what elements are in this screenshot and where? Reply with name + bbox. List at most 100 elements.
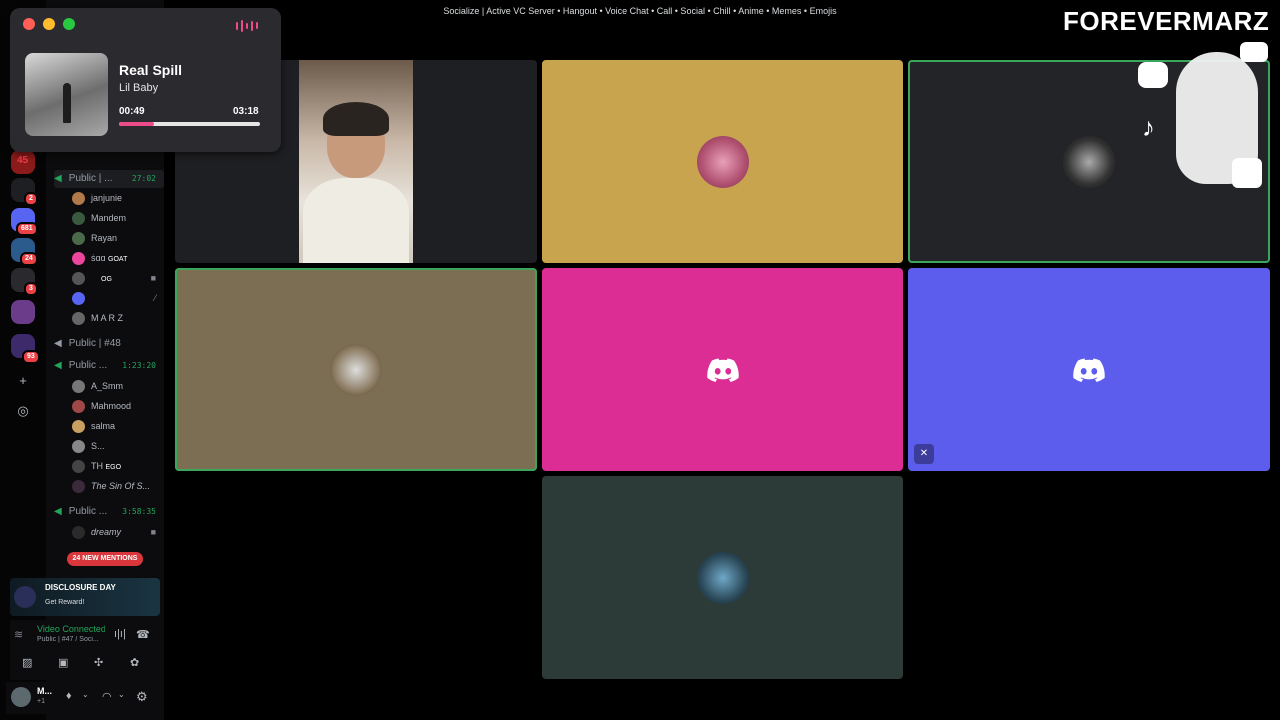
server-badge: 681 [16,222,38,236]
member[interactable]: dreamy ■ [72,523,164,541]
member[interactable]: ⁄ [72,289,164,307]
server-badge: 3 [24,282,38,296]
channel-label: Public ... [68,506,108,517]
channel-timer: 1:23:20 [122,361,156,370]
member-name: Mahmood [91,401,132,411]
activities-icon[interactable]: ✣ [94,656,103,669]
member-name: ṡɑɑ [91,253,106,263]
video-tile[interactable] [542,268,903,471]
avatar [330,343,382,396]
disconnect-icon[interactable]: ☎ [136,628,150,641]
channel-timer: 3:58:35 [122,507,156,516]
avatar[interactable] [11,687,31,707]
promo-title: DISCLOSURE DAY [45,583,116,592]
discord-logo-icon [1073,358,1105,382]
member[interactable]: TH EGO [72,457,164,475]
signal-icon: ≋ [14,629,24,641]
current-time: 00:49 [119,106,145,117]
member-name: S... [91,441,105,451]
video-tile[interactable] [175,268,537,471]
speaker-icon: ◀ [54,173,62,184]
speaker-icon: ◀ [54,506,62,517]
discord-overlay-icon [1138,62,1168,88]
member-name: M A R Z [91,313,124,323]
voice-channel[interactable]: ◀ Public ... 3:58:35 [54,503,164,521]
avatar [72,212,85,226]
minimize-window-button[interactable] [43,18,55,30]
user-status: +1 [37,698,45,705]
channel-label: Public ... [68,360,108,371]
member[interactable]: The Sin Of S... [72,477,164,495]
camera-off-icon[interactable]: ▨ [22,656,32,669]
member[interactable]: OG ■ [72,269,164,287]
member[interactable]: salma [72,417,164,435]
member[interactable]: Mahmood [72,397,164,415]
camera-feed [299,60,413,263]
new-mentions-pill[interactable]: 24 NEW MENTIONS [67,552,143,566]
speaker-icon: ◀ [54,338,62,349]
track-artist: Lil Baby [119,82,159,94]
avatar [72,440,85,454]
camera-icon: ■ [150,527,156,537]
member-tag: OG [101,276,112,283]
server-badge: 93 [22,350,40,364]
member[interactable]: Mandem [72,209,164,227]
avatar [696,135,749,188]
member-name: A_Smm [91,381,124,391]
maximize-window-button[interactable] [63,18,75,30]
chevron-down-icon[interactable]: ⌄ [82,690,89,699]
avatar [72,312,85,326]
headphones-icon[interactable]: ◠ [102,690,112,703]
progress-bar[interactable] [119,122,260,126]
avatar [1063,135,1115,188]
avatar [72,526,85,540]
voice-channel[interactable]: ◀ Public ... 1:23:20 [54,357,164,375]
member-name: The Sin Of S... [91,481,151,491]
member[interactable]: ṡɑɑ GOAT [72,249,164,267]
screen-share-icon[interactable]: ▣ [58,656,68,669]
video-tile[interactable]: ✕ [908,268,1270,471]
server-badge: 2 [24,192,38,206]
avatar [72,460,85,474]
voice-channel[interactable]: ◀ Public | ... 27:02 [54,170,164,188]
discord-logo-icon [706,358,739,382]
member-name: dreamy [91,527,122,537]
voice-channel-name[interactable]: Public | #47 / Soci... [37,636,107,643]
compass-icon[interactable]: ◎ [14,402,32,420]
avatar [72,272,85,286]
chevron-down-icon[interactable]: ⌄ [118,690,125,699]
video-tile[interactable] [542,60,903,263]
voice-channel[interactable]: ◀ Public | #48 [54,335,164,353]
member[interactable]: janjunie [72,189,164,207]
track-title: Real Spill [119,62,183,78]
promo-banner[interactable]: DISCLOSURE DAY Get Reward! [10,578,160,616]
server-icon[interactable] [11,300,35,324]
member-tag: EGO [105,464,122,471]
settings-overlay-icon [1232,158,1262,188]
mic-icon[interactable]: ♦ [66,690,72,702]
member[interactable]: M A R Z [72,309,164,327]
member-tag: GOAT [108,256,128,263]
video-tile[interactable] [542,476,903,679]
add-server-icon[interactable]: + [14,372,32,390]
user-panel: M... +1 ♦ ⌄ ◠ ⌄ ⚙ [6,682,164,714]
voice-status[interactable]: Video Connected [37,624,105,634]
avatar [72,380,85,394]
member[interactable]: A_Smm [72,377,164,395]
avatar [72,232,85,246]
gear-icon[interactable]: ⚙ [136,689,148,705]
soundboard-icon[interactable]: ✿ [130,656,139,669]
member[interactable]: S... [72,437,164,455]
server-badge: 45 [17,155,29,166]
avatar [72,480,85,494]
member-name: TH [91,461,103,471]
speaker-icon: ◀ [54,360,62,371]
voice-status-panel: ≋ Video Connected Public | #47 / Soci...… [10,620,160,680]
member-name: janjunie [91,193,123,203]
server-badge: 24 [20,252,38,266]
promo-icon [14,586,36,608]
close-window-button[interactable] [23,18,35,30]
member[interactable]: Rayan [72,229,164,247]
album-art [25,53,108,136]
noise-suppression-icon[interactable]: ı|ı| [114,628,126,640]
